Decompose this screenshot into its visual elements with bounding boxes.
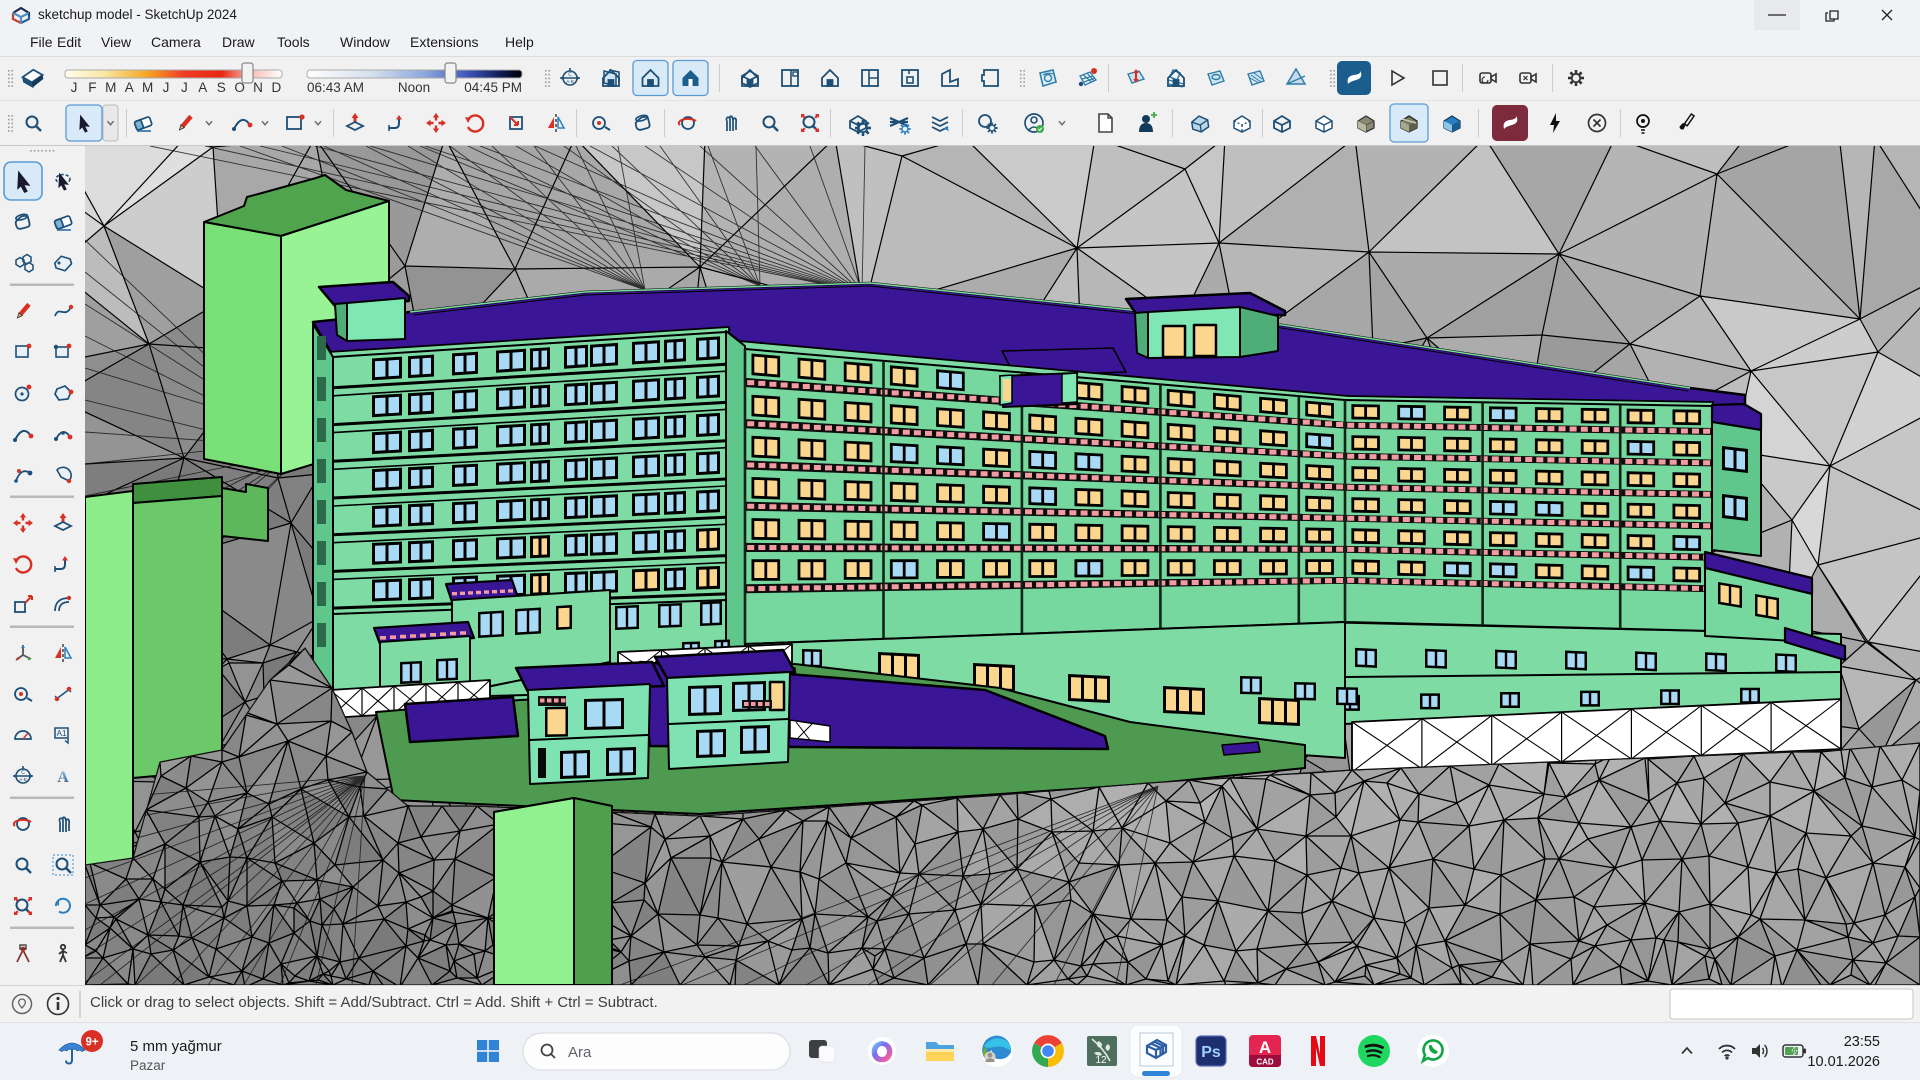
svg-text:J: J <box>181 80 188 95</box>
svg-text:A-B: A-B <box>566 79 574 84</box>
svg-text:A: A <box>125 80 134 95</box>
svg-text:A: A <box>1259 1038 1271 1057</box>
svg-text:Ara: Ara <box>568 1044 592 1061</box>
svg-text:A-B: A-B <box>19 777 27 782</box>
svg-text:J: J <box>71 80 78 95</box>
svg-text:S: S <box>217 80 226 95</box>
svg-text:A: A <box>198 80 207 95</box>
svg-text:M: M <box>142 80 153 95</box>
svg-text:D: D <box>272 80 282 95</box>
svg-text:23:55: 23:55 <box>1844 1034 1880 1050</box>
svg-text:F: F <box>88 80 96 95</box>
svg-text:C: C <box>568 72 572 78</box>
svg-text:CAD: CAD <box>1256 1058 1274 1067</box>
svg-text:N: N <box>253 80 263 95</box>
svg-text:C: C <box>21 770 25 776</box>
svg-text:A: A <box>57 769 69 786</box>
svg-text:9+: 9+ <box>85 1037 98 1049</box>
svg-text:Pazar: Pazar <box>130 1058 166 1073</box>
svg-text:10.01.2026: 10.01.2026 <box>1807 1054 1880 1070</box>
svg-text:Noon: Noon <box>398 80 430 95</box>
svg-text:Ps: Ps <box>1201 1044 1221 1061</box>
svg-text:O: O <box>234 80 245 95</box>
svg-text:06:43 AM: 06:43 AM <box>307 80 364 95</box>
svg-text:M: M <box>105 80 116 95</box>
svg-text:A1: A1 <box>57 729 67 738</box>
svg-text:J: J <box>163 80 170 95</box>
svg-text:04:45 PM: 04:45 PM <box>464 80 522 95</box>
svg-text:5 mm yağmur: 5 mm yağmur <box>130 1038 222 1055</box>
svg-text:12: 12 <box>1095 1055 1107 1066</box>
